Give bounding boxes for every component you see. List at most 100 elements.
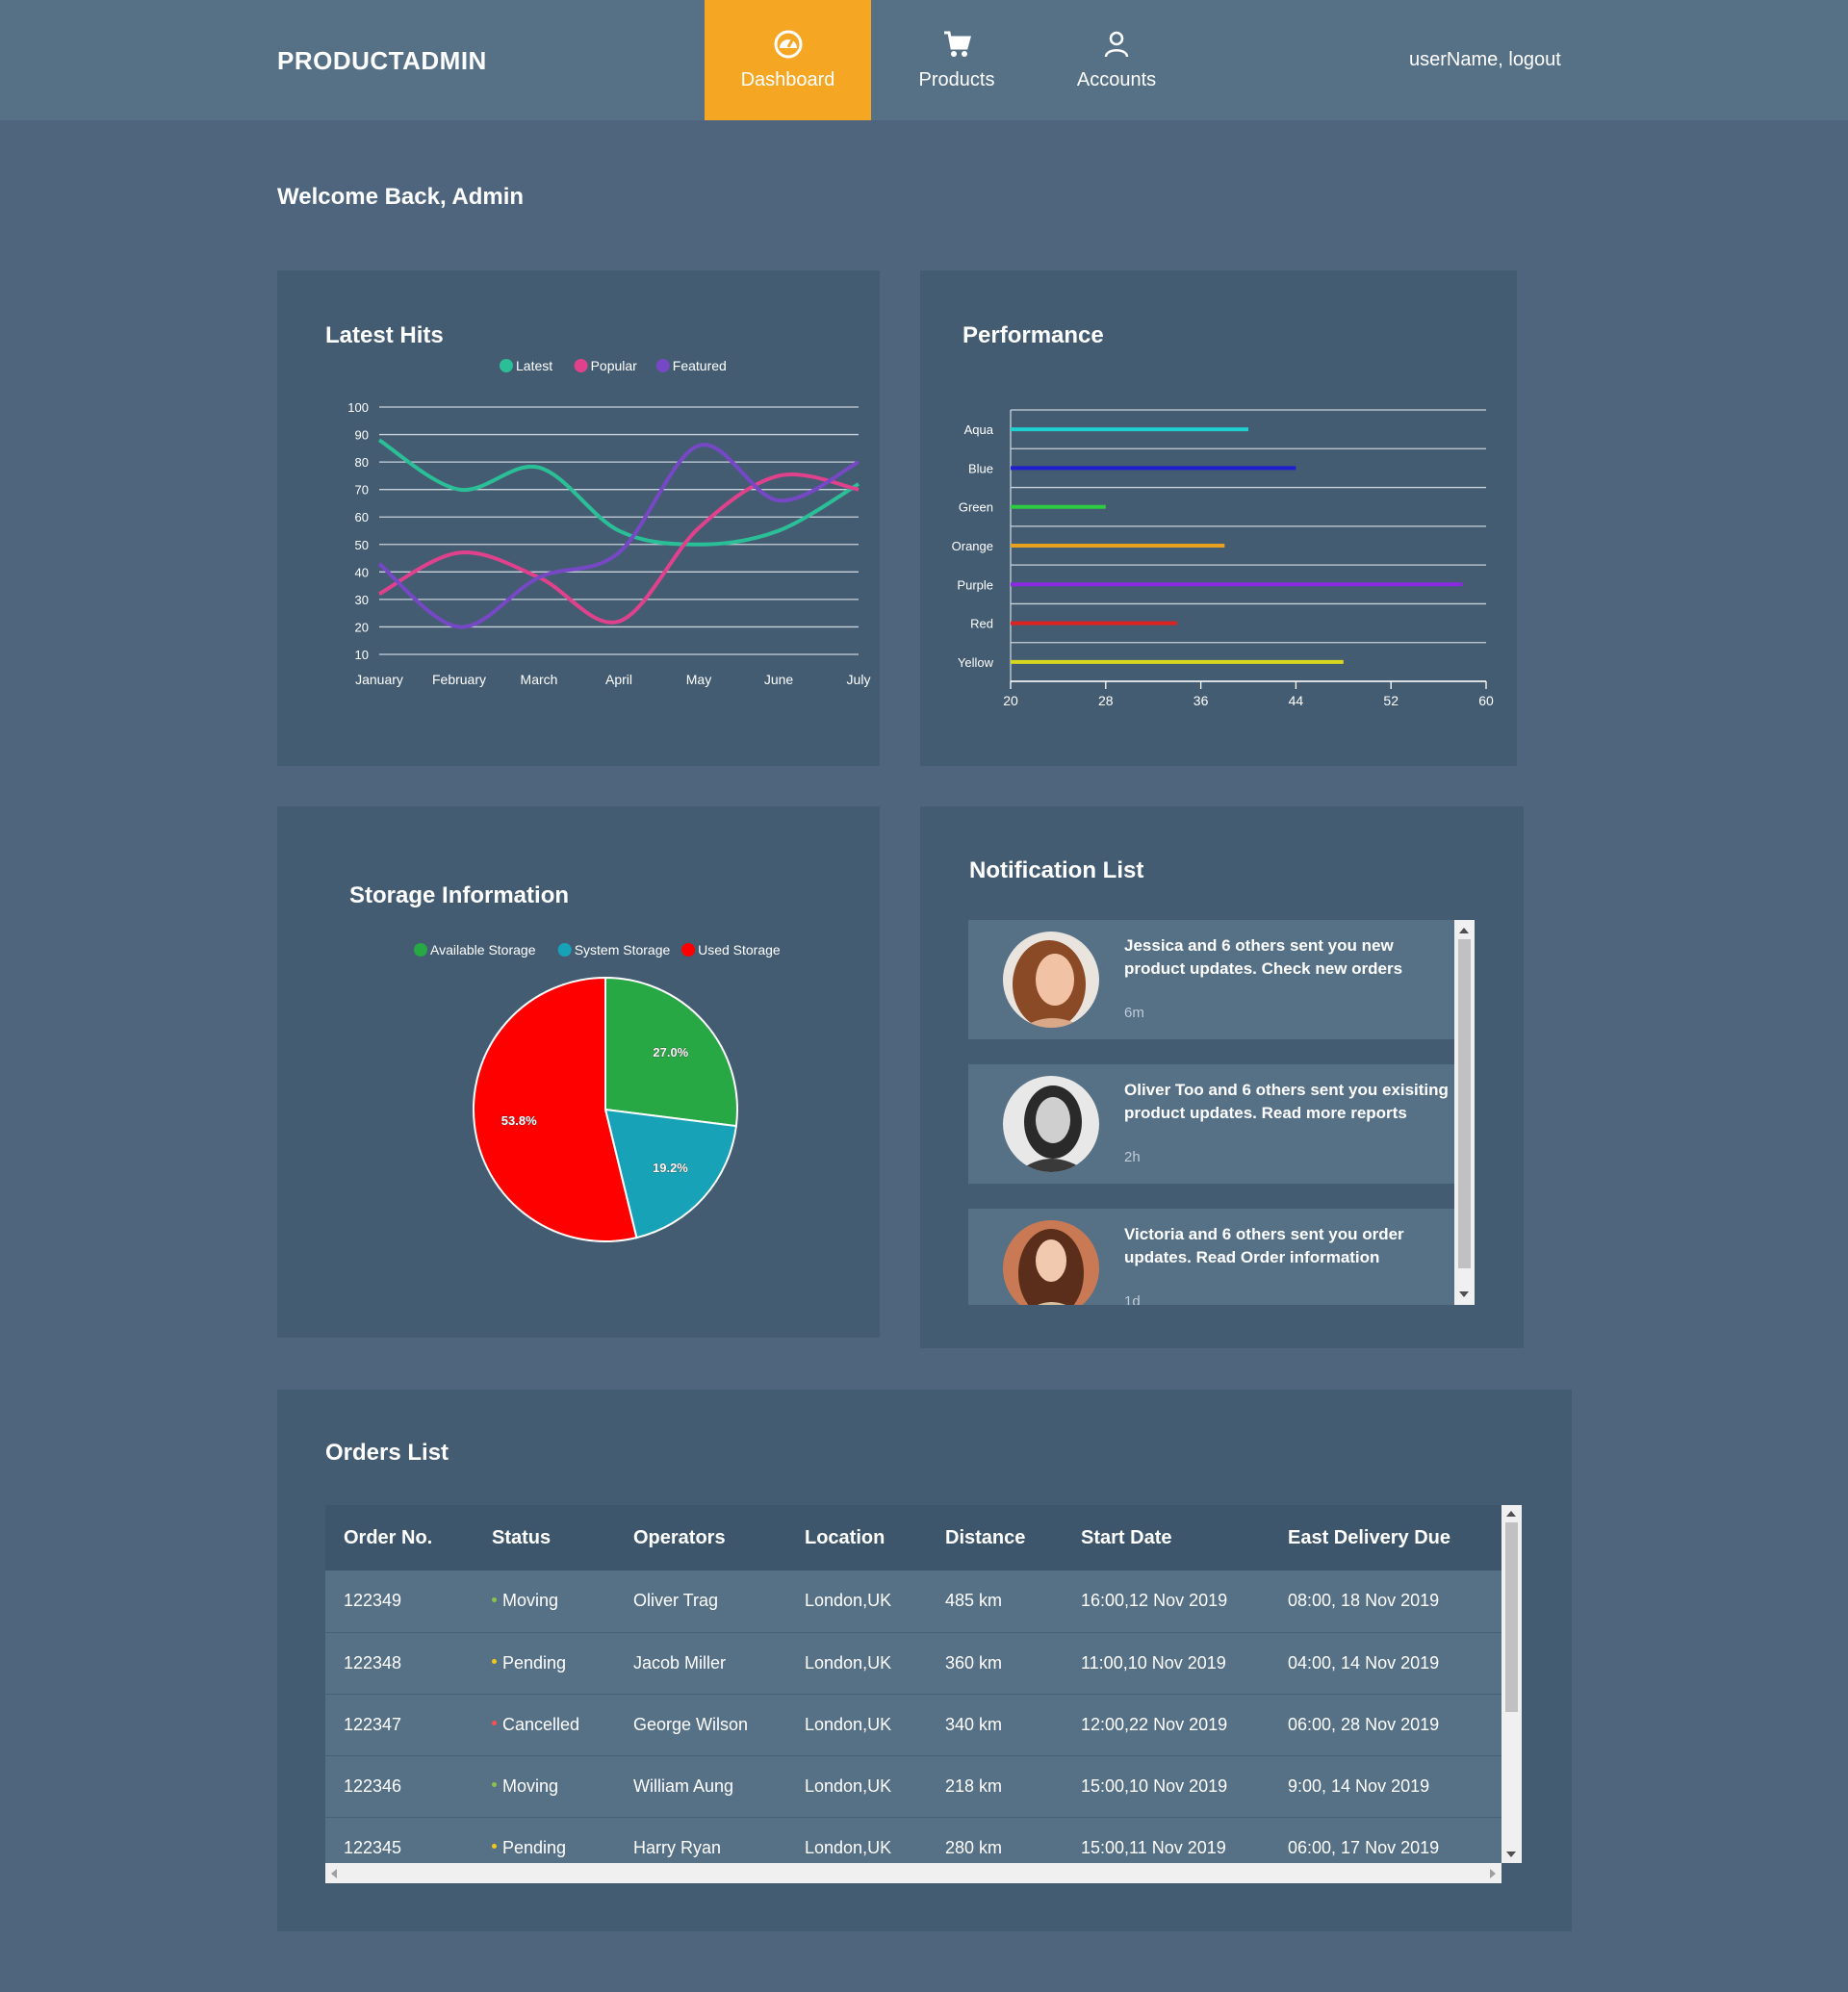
table-cell: William Aung — [615, 1755, 786, 1818]
latest-hits-chart: 10 20 30 40 50 60 70 80 90 100 January February Marc… — [347, 358, 871, 687]
orders-table-container[interactable]: Order No. Status Operators Location Dist… — [325, 1505, 1502, 1863]
table-cell: 122347 — [325, 1694, 474, 1756]
notification-item[interactable]: Oliver Too and 6 others sent you exisiti… — [968, 1064, 1454, 1184]
table-header-row: Order No. Status Operators Location Dist… — [325, 1505, 1502, 1571]
legend-swatch — [500, 359, 513, 372]
scroll-up-icon[interactable] — [1459, 928, 1469, 933]
column-header[interactable]: Start Date — [1063, 1505, 1270, 1571]
table-row[interactable]: 122346 Moving William Aung London,UK 218 km 1… — [325, 1755, 1502, 1818]
brand-logo[interactable]: PRODUCTADMIN — [277, 46, 487, 76]
table-row[interactable]: 122349 Moving Oliver Trag London,UK 485 km 16… — [325, 1571, 1502, 1633]
nav-products[interactable]: Products — [900, 0, 1014, 120]
column-header[interactable]: Distance — [927, 1505, 1063, 1571]
x-tick-label: March — [521, 672, 558, 687]
orders-horizontal-scrollbar[interactable] — [325, 1863, 1502, 1883]
y-tick-label: 100 — [347, 400, 369, 415]
y-tick-label: 50 — [355, 538, 369, 552]
status-label: Pending — [502, 1837, 567, 1857]
legend-item[interactable]: Latest — [500, 358, 552, 373]
x-tick-label: 44 — [1289, 693, 1304, 708]
table-cell: 16:00,12 Nov 2019 — [1063, 1571, 1270, 1633]
table-cell: George Wilson — [615, 1694, 786, 1756]
notification-time: 6m — [1124, 1005, 1144, 1021]
table-row[interactable]: 122345 Pending Harry Ryan London,UK 280 km 15… — [325, 1817, 1502, 1863]
notification-item[interactable]: Jessica and 6 others sent you new produc… — [968, 920, 1454, 1039]
legend-label: Available Storage — [430, 942, 536, 958]
nav-dashboard[interactable]: Dashboard — [705, 0, 871, 120]
table-cell: Oliver Trag — [615, 1571, 786, 1633]
table-cell: 15:00,10 Nov 2019 — [1063, 1755, 1270, 1818]
column-header[interactable]: East Delivery Due — [1270, 1505, 1502, 1571]
column-header[interactable]: Status — [474, 1505, 615, 1571]
scroll-left-icon[interactable] — [331, 1869, 337, 1878]
table-row[interactable]: 122347 Cancelled George Wilson London,UK 340… — [325, 1694, 1502, 1756]
legend-item[interactable]: System Storage — [557, 942, 671, 958]
notification-item[interactable]: Victoria and 6 others sent you order upd… — [968, 1209, 1454, 1305]
performance-chart: 20 28 36 44 52 60 Aqua Blue Green Orange Purple Red… — [952, 409, 1494, 708]
status-cell: Moving — [474, 1571, 615, 1633]
y-tick-label: 20 — [355, 620, 369, 634]
pie-value-label: 27.0% — [653, 1045, 688, 1060]
y-tick-label: Red — [970, 617, 993, 631]
status-cell: Moving — [474, 1755, 615, 1818]
table-cell: London,UK — [786, 1817, 927, 1863]
table-cell: 122346 — [325, 1755, 474, 1818]
table-cell: 280 km — [927, 1817, 1063, 1863]
column-header[interactable]: Operators — [615, 1505, 786, 1571]
column-header[interactable]: Order No. — [325, 1505, 474, 1571]
table-cell: 11:00,10 Nov 2019 — [1063, 1632, 1270, 1695]
nav-accounts[interactable]: Accounts — [1059, 0, 1174, 120]
orders-panel: Orders List Order No. Status Operators L… — [277, 1390, 1572, 1931]
nav-accounts-label: Accounts — [1076, 69, 1157, 90]
table-cell: London,UK — [786, 1755, 927, 1818]
series-line — [377, 438, 860, 547]
notification-list[interactable]: Jessica and 6 others sent you new produc… — [968, 920, 1475, 1305]
dashboard-gauge-icon — [774, 30, 802, 59]
status-cell: Pending — [474, 1817, 615, 1863]
user-icon — [1104, 31, 1129, 58]
y-tick-label: 90 — [355, 428, 369, 443]
latest-hits-panel: Latest Hits 10 20 30 40 50 60 70 80 90 100 January… — [277, 270, 880, 766]
x-tick-label: 36 — [1194, 693, 1209, 708]
user-logout-link[interactable]: userName, logout — [1409, 49, 1561, 71]
table-cell: London,UK — [786, 1694, 927, 1756]
legend-swatch — [574, 359, 588, 372]
legend-item[interactable]: Used Storage — [681, 942, 781, 958]
scroll-down-icon[interactable] — [1506, 1852, 1516, 1857]
storage-chart: Available Storage System Storage Used Stor… — [414, 942, 781, 1242]
notification-time: 2h — [1124, 1149, 1141, 1165]
x-tick-label: July — [847, 672, 871, 687]
status-label: Cancelled — [502, 1714, 580, 1734]
scrollbar-thumb[interactable] — [1458, 939, 1471, 1268]
status-label: Pending — [502, 1652, 567, 1673]
avatar — [1003, 1076, 1099, 1172]
legend-swatch — [414, 943, 427, 957]
status-dot-icon — [492, 1597, 497, 1602]
x-tick-label: 52 — [1383, 693, 1399, 708]
table-cell: 06:00, 17 Nov 2019 — [1270, 1817, 1502, 1863]
x-tick-label: 28 — [1098, 693, 1114, 708]
legend-item[interactable]: Available Storage — [414, 942, 536, 958]
table-cell: London,UK — [786, 1571, 927, 1633]
table-cell: 122345 — [325, 1817, 474, 1863]
scroll-down-icon[interactable] — [1459, 1291, 1469, 1297]
orders-title: Orders List — [325, 1440, 449, 1466]
column-header[interactable]: Location — [786, 1505, 927, 1571]
scrollbar-thumb[interactable] — [1505, 1522, 1518, 1712]
avatar — [1003, 1220, 1099, 1305]
status-dot-icon — [492, 1782, 497, 1788]
table-cell: London,UK — [786, 1632, 927, 1695]
legend-item[interactable]: Featured — [655, 358, 727, 373]
table-row[interactable]: 122348 Pending Jacob Miller London,UK 360 km… — [325, 1632, 1502, 1695]
welcome-heading: Welcome Back, Admin — [277, 184, 525, 210]
x-tick-label: January — [355, 672, 403, 687]
orders-vertical-scrollbar[interactable] — [1502, 1505, 1522, 1863]
scroll-right-icon[interactable] — [1490, 1869, 1496, 1878]
status-label: Moving — [502, 1775, 559, 1796]
legend-item[interactable]: Popular — [574, 358, 638, 373]
performance-panel: Performance 20 28 36 44 52 60 Aqua Blue Green Ora… — [920, 270, 1517, 766]
notification-scrollbar[interactable] — [1454, 920, 1475, 1305]
scroll-up-icon[interactable] — [1506, 1511, 1516, 1517]
table-cell: Jacob Miller — [615, 1632, 786, 1695]
nav-dashboard-label: Dashboard — [740, 69, 835, 90]
